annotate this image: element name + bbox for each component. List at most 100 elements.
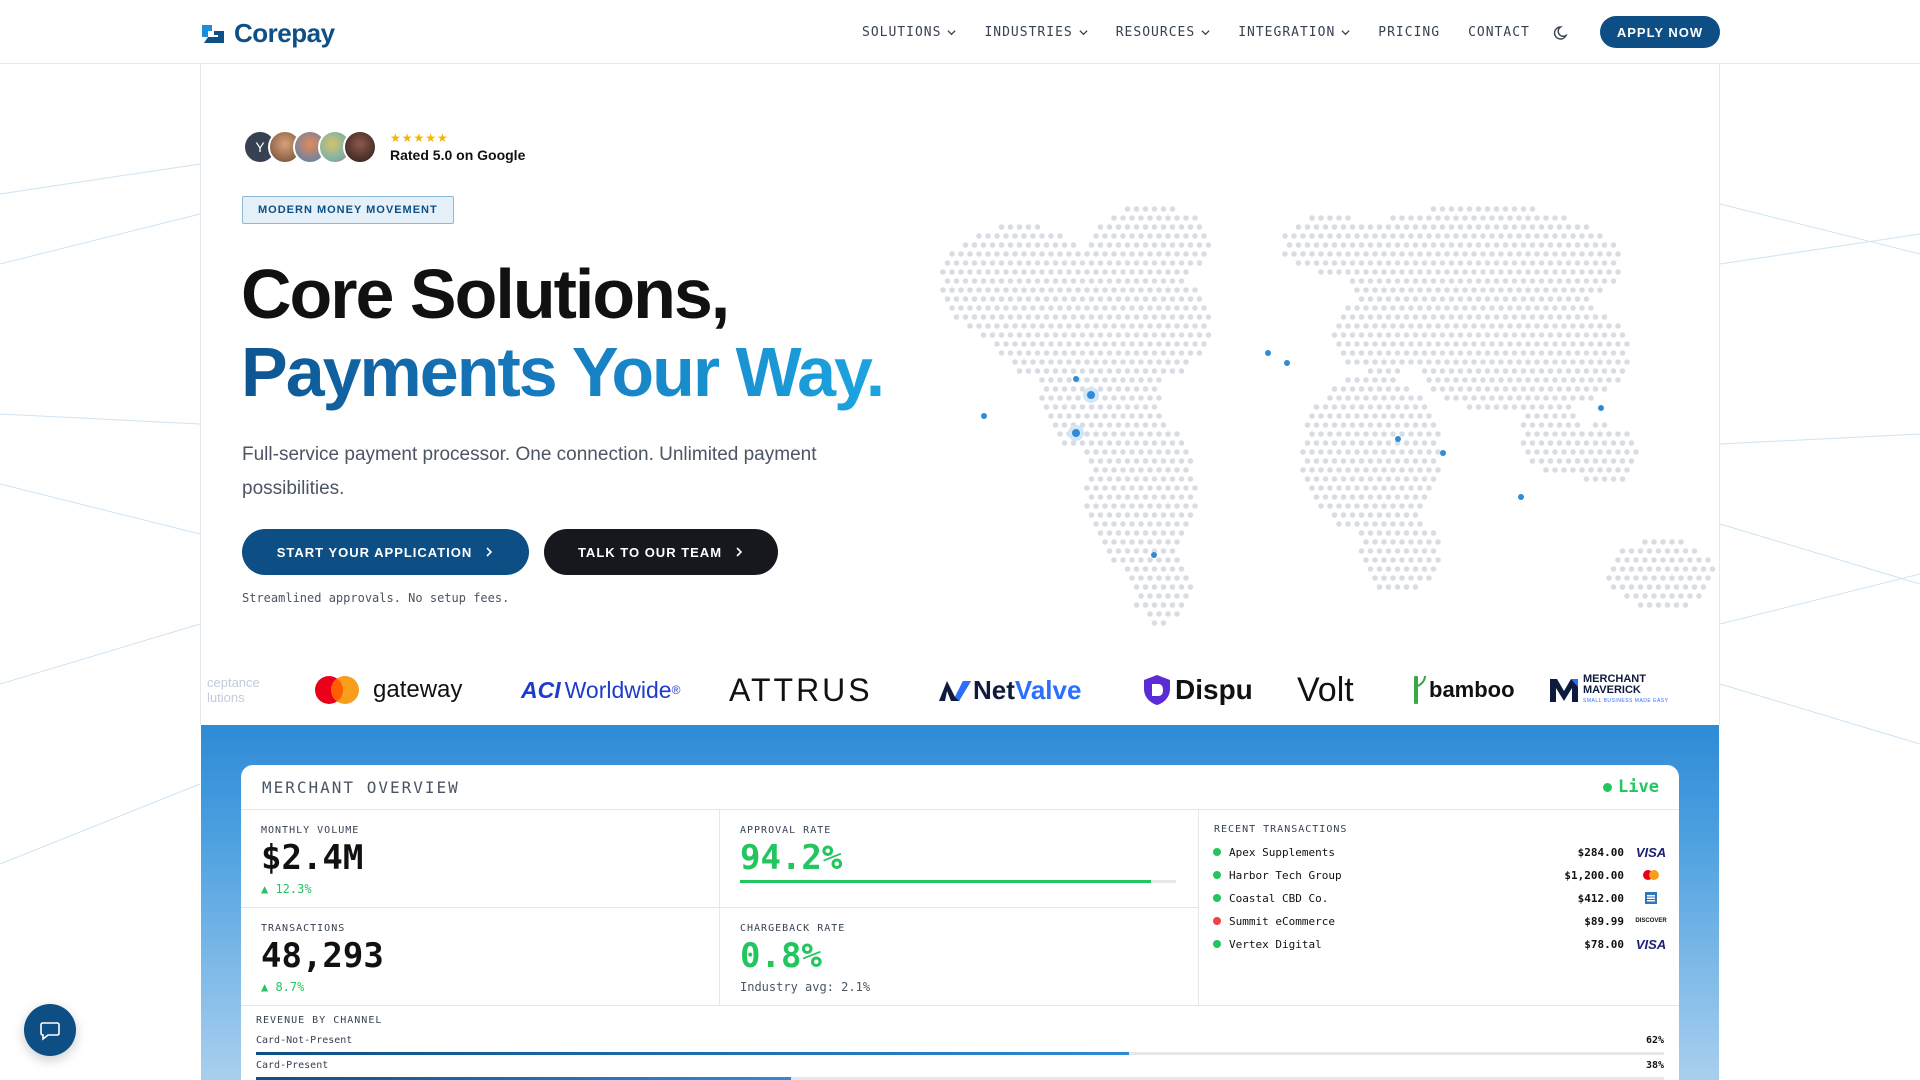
map-location-dot: [1265, 350, 1271, 356]
nav-solutions[interactable]: SOLUTIONS: [862, 25, 957, 40]
start-application-label: START YOUR APPLICATION: [276, 544, 473, 560]
map-location-dot: [1087, 391, 1095, 399]
metric-value: $2.4M: [261, 838, 364, 878]
status-dot-icon: [1213, 917, 1221, 925]
chevron-down-icon: [1079, 29, 1088, 35]
map-location-dot: [1598, 405, 1604, 411]
map-location-dot: [981, 413, 987, 419]
main-nav: SOLUTIONS INDUSTRIES RESOURCES INTEGRATI…: [862, 0, 1558, 64]
corepay-logo[interactable]: Corepay: [200, 18, 335, 49]
partner-logo-volt: Volt: [1297, 670, 1354, 709]
bamboo-icon: [1414, 675, 1426, 704]
nav-industries[interactable]: INDUSTRIES: [984, 25, 1088, 40]
apply-now-button[interactable]: APPLY NOW: [1600, 16, 1720, 48]
metric-monthly-volume: MONTHLY VOLUME $2.4M ▲ 12.3%: [241, 810, 720, 908]
recent-transactions: RECENT TRANSACTIONS Apex Supplements $284…: [1199, 810, 1679, 1006]
mastercard-icon: [315, 676, 359, 704]
corepay-logo-icon: [202, 24, 224, 43]
merchant-overview-card: MERCHANT OVERVIEW Live MONTHLY VOLUME $2…: [241, 765, 1679, 1080]
star-rating-icon: ★★★★★: [390, 131, 449, 145]
map-location-dot: [1440, 450, 1446, 456]
map-location-dot: [1151, 552, 1157, 558]
metric-label: TRANSACTIONS: [261, 923, 346, 934]
transaction-row[interactable]: Apex Supplements $284.00 VISA: [1213, 841, 1668, 863]
map-location-dot: [1072, 429, 1080, 437]
status-dot-icon: [1213, 871, 1221, 879]
transaction-row[interactable]: Vertex Digital $78.00 VISA: [1213, 933, 1668, 955]
avatar: [343, 130, 377, 164]
chevron-right-icon: [736, 547, 743, 557]
chevron-down-icon: [947, 29, 957, 35]
discover-icon: DISCOVER: [1635, 918, 1667, 924]
chevron-right-icon: [486, 547, 493, 557]
metric-value: 94.2%: [740, 838, 843, 878]
headline-line-2: Payments Your Way.: [241, 333, 885, 411]
metric-label: CHARGEBACK RATE: [740, 923, 846, 934]
talk-to-team-label: TALK TO OUR TEAM: [577, 544, 723, 560]
transaction-amount: $412.00: [1577, 891, 1624, 905]
metric-label: APPROVAL RATE: [740, 825, 832, 836]
approval-progress-fill: [740, 880, 1151, 883]
partner-logo-aci-worldwide: ACI Worldwide ®: [521, 676, 681, 703]
nav-resources[interactable]: RESOURCES: [1116, 25, 1210, 40]
chat-button[interactable]: [24, 1004, 76, 1056]
transaction-merchant: Summit eCommerce: [1229, 914, 1335, 928]
start-application-button[interactable]: START YOUR APPLICATION: [242, 529, 529, 575]
visa-icon: VISA: [1635, 936, 1667, 952]
transaction-row[interactable]: Summit eCommerce $89.99 DISCOVER: [1213, 910, 1668, 932]
rating: ★★★★★ Rated 5.0 on Google: [390, 131, 525, 163]
metric-delta: ▲ 12.3%: [261, 882, 312, 896]
recent-transactions-title: RECENT TRANSACTIONS: [1214, 824, 1348, 835]
transaction-amount: $89.99: [1584, 914, 1624, 928]
revenue-row-card-not-present: Card-Not-Present 62%: [256, 1035, 1664, 1055]
status-dot-icon: [1213, 940, 1221, 948]
live-indicator: Live: [1603, 777, 1659, 797]
card-title: MERCHANT OVERVIEW: [262, 778, 460, 797]
metric-subtext: Industry avg: 2.1%: [740, 980, 871, 994]
status-dot-icon: [1213, 894, 1221, 902]
map-location-dot: [1284, 360, 1290, 366]
card-header: MERCHANT OVERVIEW Live: [241, 765, 1679, 810]
revenue-by-channel: REVENUE BY CHANNEL Card-Not-Present 62% …: [241, 1005, 1679, 1080]
transaction-merchant: Harbor Tech Group: [1229, 868, 1342, 882]
partner-logos: ceptance lutions gateway ACI Worldwide ®…: [201, 660, 1721, 720]
map-location-dot: [1073, 376, 1079, 382]
approval-progress-bar: [740, 880, 1176, 883]
chat-bubble-icon: [40, 1022, 60, 1041]
transaction-row[interactable]: Coastal CBD Co. $412.00: [1213, 887, 1668, 909]
nav-pricing[interactable]: PRICING: [1378, 25, 1440, 40]
metric-label: MONTHLY VOLUME: [261, 825, 360, 836]
chevron-down-icon: [1201, 29, 1210, 35]
status-dot-icon: [1213, 848, 1221, 856]
revenue-title: REVENUE BY CHANNEL: [256, 1015, 383, 1026]
nav-contact[interactable]: CONTACT: [1468, 25, 1530, 40]
transaction-merchant: Vertex Digital: [1229, 937, 1322, 951]
hero-note: Streamlined approvals. No setup fees.: [242, 591, 510, 605]
live-dot-icon: [1603, 782, 1613, 792]
site-header: Corepay SOLUTIONS INDUSTRIES RESOURCES I…: [0, 0, 1920, 64]
transaction-merchant: Coastal CBD Co.: [1229, 891, 1329, 905]
talk-to-team-button[interactable]: TALK TO OUR TEAM: [544, 529, 778, 575]
revenue-row-card-present: Card-Present 38%: [256, 1060, 1664, 1080]
metric-chargeback-rate: CHARGEBACK RATE 0.8% Industry avg: 2.1%: [720, 908, 1199, 1006]
chevron-down-icon: [1341, 29, 1350, 35]
metric-transactions: TRANSACTIONS 48,293 ▲ 8.7%: [241, 908, 720, 1006]
nav-integration[interactable]: INTEGRATION: [1238, 25, 1350, 40]
moon-icon[interactable]: [1552, 22, 1572, 42]
transaction-row[interactable]: Harbor Tech Group $1,200.00: [1213, 864, 1668, 886]
dashboard-section: MERCHANT OVERVIEW Live MONTHLY VOLUME $2…: [201, 725, 1719, 1080]
world-map: [940, 206, 1716, 626]
partner-logo-bamboo: bamboo: [1411, 660, 1515, 720]
rating-text: Rated 5.0 on Google: [390, 147, 526, 163]
merchant-maverick-icon: [1550, 679, 1578, 702]
partner-logo-merchant-maverick: MERCHANT MAVERICK SMALL BUSINESS MADE EA…: [1549, 660, 1668, 720]
map-location-dot: [1518, 494, 1524, 500]
metric-approval-rate: APPROVAL RATE 94.2%: [720, 810, 1199, 908]
map-location-dot: [1395, 436, 1401, 442]
partner-logo-mastercard-gateway: gateway: [313, 660, 462, 720]
metric-value: 48,293: [261, 936, 384, 976]
partner-logo-attrus: ATTRUS: [729, 671, 873, 708]
partner-logo-netvalve: Net Valve: [937, 660, 1081, 720]
metric-value: 0.8%: [740, 936, 822, 976]
google-reviews: Y ★★★★★ Rated 5.0 on Google: [243, 130, 525, 164]
